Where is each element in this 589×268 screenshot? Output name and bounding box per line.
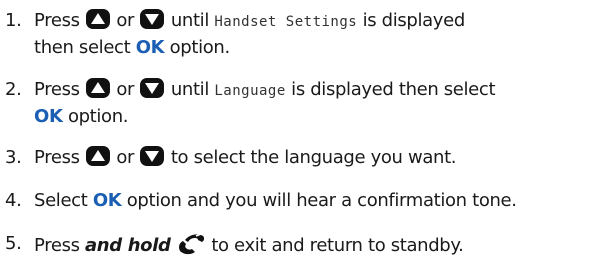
step-number: 3. — [5, 147, 22, 168]
down-arrow-key-icon — [139, 77, 165, 99]
ok-label: OK — [92, 190, 122, 211]
up-arrow-key-icon — [85, 145, 111, 167]
step-number: 2. — [5, 79, 22, 100]
step-text: Press or to select the language you want… — [34, 145, 457, 168]
down-arrow-key-icon — [139, 145, 165, 167]
step-number: 1. — [5, 10, 22, 31]
up-arrow-key-icon — [85, 8, 111, 30]
step-text: Select OK option and you will hear a con… — [34, 190, 517, 211]
step-text: Press or until Handset Settings is displ… — [34, 8, 465, 58]
end-call-phone-icon — [176, 231, 206, 255]
ok-label: OK — [135, 37, 165, 58]
step-text: Press and hold to exit and return to sta… — [34, 231, 586, 258]
step-number: 5. — [5, 233, 22, 254]
display-text: Handset Settings — [214, 14, 358, 30]
emphasis-text: and hold — [85, 235, 171, 256]
ok-label: OK — [34, 106, 63, 127]
down-arrow-key-icon — [139, 8, 165, 30]
up-arrow-key-icon — [85, 77, 111, 99]
step-number: 4. — [5, 190, 22, 211]
display-text: Language — [214, 83, 286, 99]
step-text: Press or until Language is displayed the… — [34, 77, 496, 127]
